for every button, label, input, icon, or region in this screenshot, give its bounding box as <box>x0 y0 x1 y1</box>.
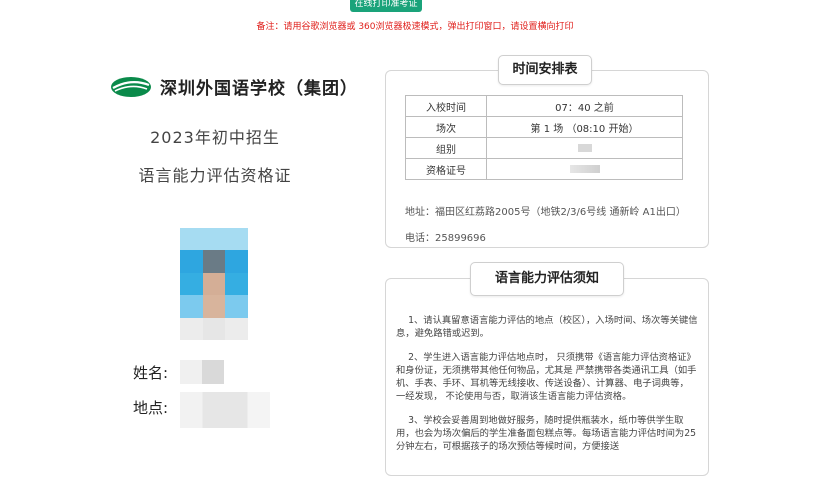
site-value-redacted <box>180 392 270 428</box>
name-label: 姓名: <box>133 364 169 382</box>
school-logo-icon <box>111 76 151 97</box>
list-item: 2、学生进入语言能力评估地点时， 只须携带《语言能力评估资格证》和身份证，无须携… <box>396 352 697 402</box>
site-label: 地点: <box>133 399 169 417</box>
phone-text: 电话：25899696 <box>405 233 486 244</box>
row-key: 组别 <box>405 137 487 159</box>
address-text: 地址：福田区红荔路2005号（地铁2/3/6号线 通新岭 A1出口） <box>405 207 686 218</box>
table-row: 入校时间 07：40 之前 <box>405 95 683 117</box>
table-row: 组别 <box>405 137 683 159</box>
row-value <box>486 158 683 180</box>
row-value <box>486 137 683 159</box>
print-notice: 备注：请用谷歌浏览器或 360浏览器极速模式，弹出打印窗口，请设置横向打印 <box>256 22 574 32</box>
list-item: 3、学校会妥善周到地做好服务，随时提供瓶装水，纸巾等供学生取用，也会为场次偏后的… <box>396 415 697 452</box>
row-value: 第 1 场 （08:10 开始） <box>486 116 683 138</box>
exam-title: 2023年初中招生 <box>150 128 280 147</box>
list-item: 1、请认真留意语言能力评估的地点（校区），入场时间、场次等关键信息，避免路错或迟… <box>396 315 698 339</box>
print-button[interactable]: 在线打印准考证 <box>350 0 422 12</box>
row-key: 入校时间 <box>405 95 487 117</box>
table-row: 场次 第 1 场 （08:10 开始） <box>405 116 683 138</box>
row-key: 资格证号 <box>405 158 487 180</box>
student-photo <box>180 228 248 340</box>
certificate-title: 语言能力评估资格证 <box>138 166 292 185</box>
row-value: 07：40 之前 <box>486 95 683 117</box>
cert-number-redacted <box>569 164 600 173</box>
rules-title: 语言能力评估须知 <box>470 262 624 296</box>
rules-list: 1、请认真留意语言能力评估的地点（校区），入场时间、场次等关键信息，避免路错或迟… <box>396 314 700 464</box>
name-value-redacted <box>180 360 224 384</box>
schedule-title: 时间安排表 <box>498 55 592 85</box>
school-name: 深圳外国语学校（集团） <box>160 79 358 99</box>
row-key: 场次 <box>405 116 487 138</box>
group-redacted <box>577 143 592 152</box>
school-header: 深圳外国语学校（集团） <box>110 74 358 99</box>
table-row: 资格证号 <box>405 158 683 180</box>
schedule-table: 入校时间 07：40 之前 场次 第 1 场 （08:10 开始） 组别 资格证… <box>405 95 683 180</box>
